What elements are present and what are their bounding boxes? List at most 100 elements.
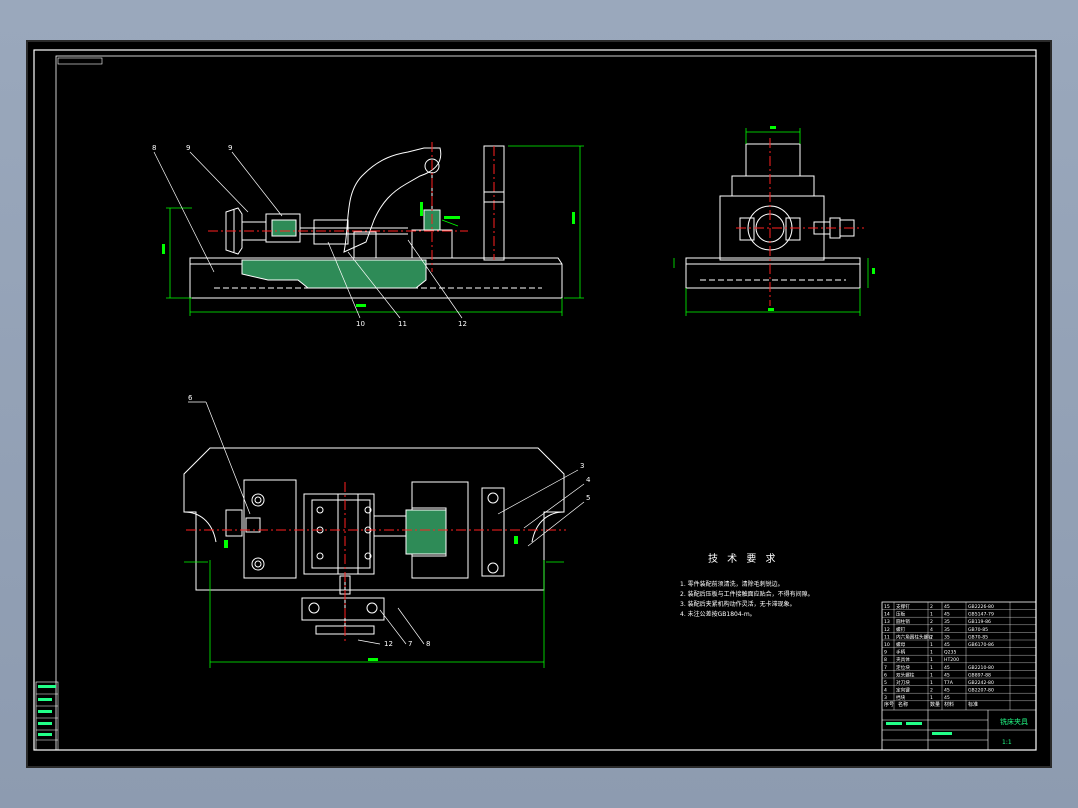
side-view [685, 138, 864, 306]
bom-cell: 9 [884, 650, 887, 656]
bom-header: 序号 名称 数量 材料 标准 [884, 701, 978, 708]
bom-cell: 1 [930, 612, 933, 618]
bom-header-no: 序号 [884, 701, 894, 708]
bom-cell: GB6170-86 [968, 642, 994, 648]
bom-cell: 11 [884, 634, 890, 640]
title-block-name: 铣床夹具 [1000, 717, 1028, 726]
tech-req-item-2: 2. 装配后压板与工件接触面应贴合，不得有间隙。 [680, 590, 814, 598]
callout-plan-7: 8 [426, 640, 430, 648]
callout-plan-5: 12 [384, 640, 393, 648]
callout-plan-1: 6 [188, 394, 193, 402]
bom-cell: 6 [884, 672, 887, 678]
callout-front-4: 10 [356, 320, 365, 328]
cad-viewport[interactable]: 8 9 9 10 11 12 6 3 4 5 12 7 8 技 术 要 求 1.… [26, 40, 1052, 768]
left-stamp [35, 681, 59, 751]
tech-requirements: 技 术 要 求 1. 零件装配前须清洗，清除毛刺锐边。 2. 装配后压板与工件接… [680, 552, 814, 618]
title-block-scale: 1:1 [1002, 739, 1012, 746]
callout-front-3: 9 [228, 144, 232, 152]
bom-cell: GB2226-80 [968, 604, 994, 610]
bom-cell: 支撑钉 [896, 603, 910, 610]
assembly-drawing: 8 9 9 10 11 12 6 3 4 5 12 7 8 技 术 要 求 1.… [33, 49, 1037, 751]
bom-cell: GB119-86 [968, 619, 991, 625]
bom-cell: 35 [944, 627, 950, 633]
bom-cell: 2 [930, 604, 933, 610]
bom-cell: 双头螺柱 [896, 671, 915, 678]
bom-cell: 螺钉 [896, 626, 906, 633]
bom-cell: Q235 [944, 650, 956, 656]
bom-cell: 1 [930, 695, 933, 701]
bom-header-qty: 数量 [930, 701, 940, 708]
bom-cell: GB897-88 [968, 672, 991, 678]
bom-cell: 7 [884, 665, 887, 671]
bom-cell: HT200 [944, 657, 959, 663]
title-block: 铣床夹具 1:1 [882, 709, 1036, 750]
bom-cell: 内六角圆柱头螺钉 [896, 633, 933, 640]
plan-callout-labels: 6 3 4 5 12 7 8 [188, 394, 591, 648]
bom-cell: 8 [884, 657, 887, 663]
bom-cell: 定位块 [896, 664, 910, 671]
callout-plan-6: 7 [408, 640, 412, 648]
bom-cell: 圆柱销 [896, 618, 910, 625]
bom-cell: 2 [930, 688, 933, 694]
plan-leaders [188, 401, 585, 645]
tech-req-title: 技 术 要 求 [708, 552, 779, 565]
callout-front-6: 12 [458, 320, 467, 328]
bom-cell: 手柄 [896, 649, 906, 656]
bom-cell: 45 [944, 695, 950, 701]
bom-cell: 1 [930, 672, 933, 678]
bom-cell: 35 [944, 619, 950, 625]
bom-header-std: 标准 [968, 701, 978, 708]
bom-cell: GB2210-80 [968, 665, 994, 671]
bom-cell: GB70-85 [968, 627, 988, 633]
callout-plan-2: 3 [580, 462, 584, 470]
tech-req-item-3: 3. 装配后夹紧机构动作灵活，无卡滞现象。 [680, 600, 796, 608]
bom-cell: 4 [930, 627, 933, 633]
bom-cell: 45 [944, 604, 950, 610]
bom-header-mat: 材料 [944, 701, 954, 708]
bom-cell: 1 [930, 650, 933, 656]
bom-cell: GB5147-79 [968, 612, 994, 618]
plan-view [183, 447, 566, 642]
bom-cell: GB2242-80 [968, 680, 994, 686]
bom-cell: 3 [884, 695, 887, 701]
callout-front-1: 8 [152, 144, 156, 152]
bom-cell: 12 [884, 627, 890, 633]
bom-cell: 4 [884, 688, 887, 694]
bom-cell: 挡块 [896, 694, 906, 701]
bom-cell: 35 [944, 634, 950, 640]
bom-cell: 2 [930, 619, 933, 625]
tech-req-item-4: 4. 未注公差按GB1804-m。 [680, 610, 756, 618]
front-leaders [153, 151, 463, 319]
callout-front-5: 11 [398, 320, 407, 328]
bom-cell: T7A [943, 680, 954, 686]
bom-cell: GB70-85 [968, 634, 988, 640]
bom-cell: 夹具体 [896, 656, 910, 663]
bom-cell: 螺母 [896, 641, 906, 648]
bom-table: 15 支撑钉 2 45 GB2226-8014 压板 1 45 GB5147-7913 圆柱销 2 3… [881, 601, 1037, 751]
tech-req-item-1: 1. 零件装配前须清洗，清除毛刺锐边。 [680, 580, 784, 588]
bom-cell: 14 [884, 612, 890, 618]
bom-cell: 定向键 [896, 687, 910, 694]
bom-cell: 对刀块 [896, 679, 910, 686]
bom-cell: 1 [930, 657, 933, 663]
bom-cell: 15 [884, 604, 890, 610]
callout-plan-4: 5 [586, 494, 590, 502]
bom-cell: 1 [930, 680, 933, 686]
frame-corner-tag [57, 57, 103, 65]
bom-cell: 10 [884, 642, 890, 648]
front-callout-labels: 8 9 9 10 11 12 [152, 144, 467, 328]
bom-cell: 45 [944, 688, 950, 694]
bom-cell: 5 [884, 680, 887, 686]
bom-cell: 压板 [896, 611, 906, 618]
callout-plan-3: 4 [586, 476, 591, 484]
callout-front-2: 9 [186, 144, 190, 152]
bom-cell: 45 [944, 665, 950, 671]
bom-cell: 13 [884, 619, 890, 625]
bom-cell: GB2207-80 [968, 688, 994, 694]
front-view [189, 142, 563, 299]
bom-cell: 1 [930, 642, 933, 648]
bom-cell: 2 [930, 634, 933, 640]
bom-cell: 1 [930, 665, 933, 671]
bom-cell: 45 [944, 672, 950, 678]
bom-header-name: 名称 [898, 701, 908, 708]
